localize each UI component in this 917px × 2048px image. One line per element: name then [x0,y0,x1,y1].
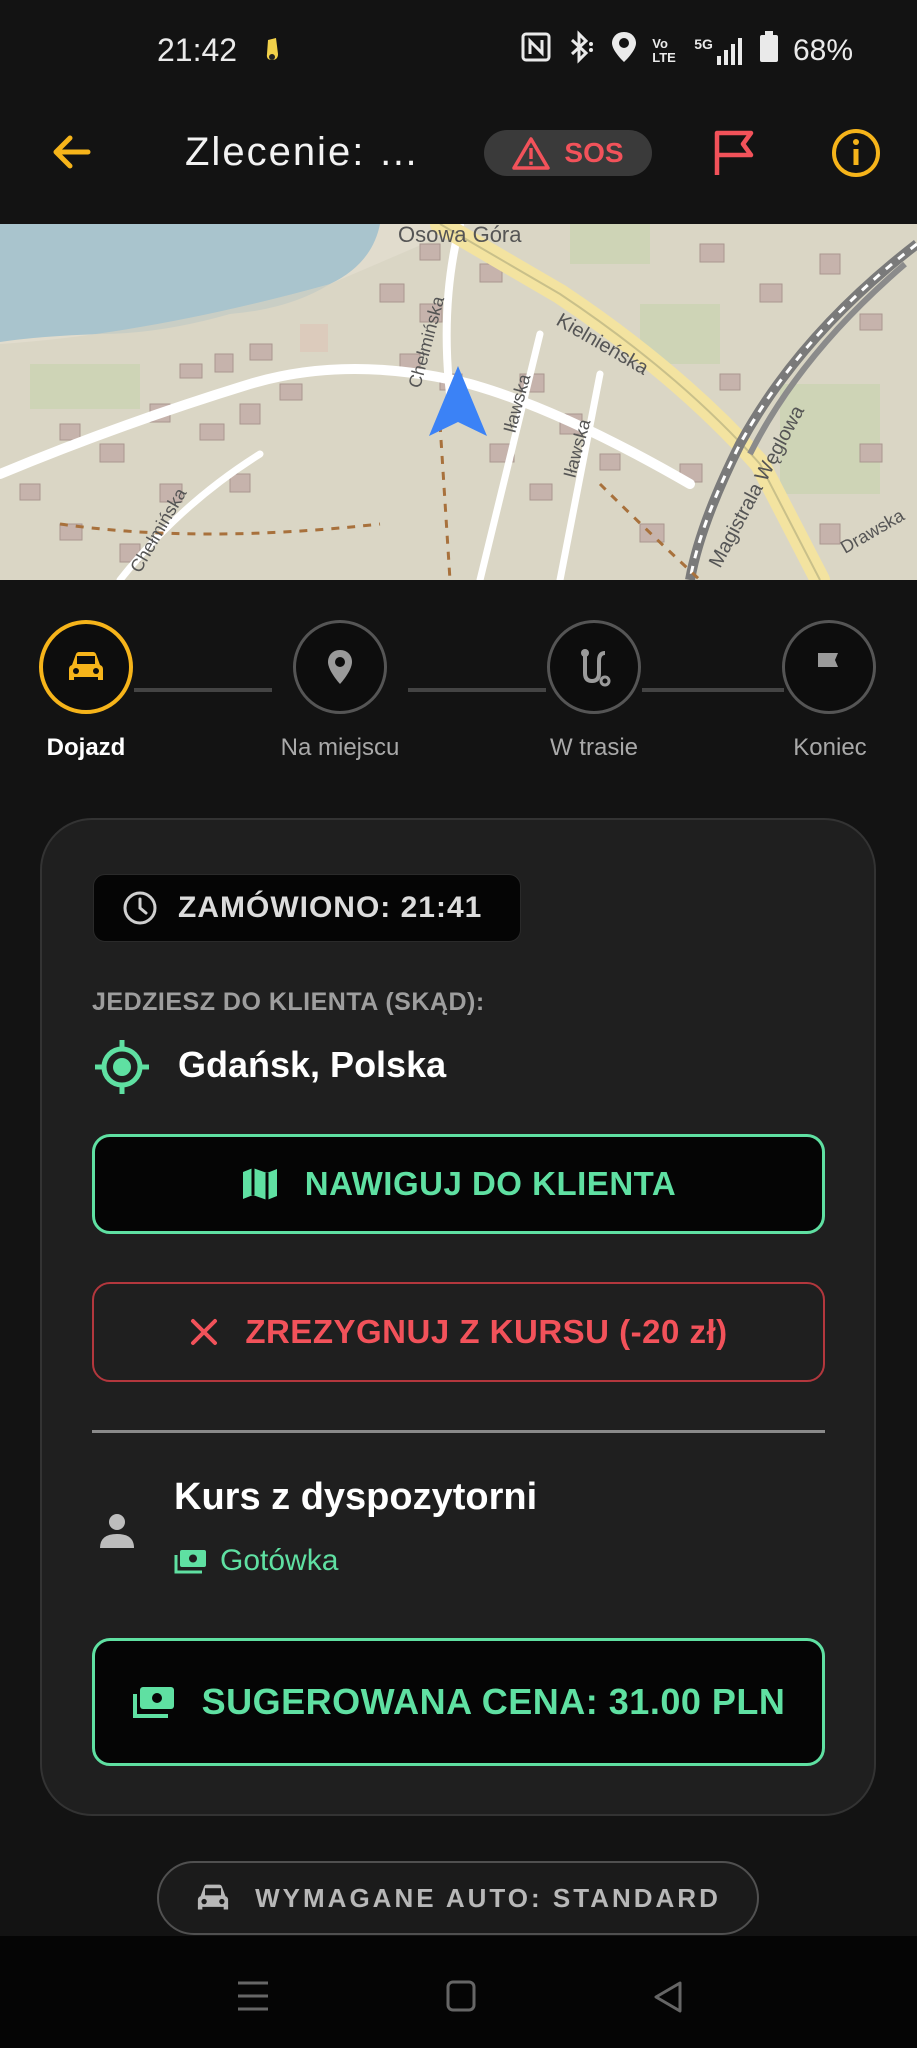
info-icon[interactable] [830,127,882,184]
navigate-to-client-button[interactable]: NAWIGUJ DO KLIENTA [92,1134,825,1234]
battery-percent: 68% [792,34,853,67]
step-koniec[interactable] [782,620,876,714]
system-navigation-bar [0,1936,917,2048]
network-type: 5G [694,36,713,52]
home-icon[interactable] [446,1980,476,2017]
location-status-icon [610,30,638,72]
cash-icon [174,1550,206,1574]
nfc-icon [520,31,552,71]
close-icon [191,1319,218,1345]
card-divider [92,1430,825,1433]
payment-method: Gotówka [174,1544,338,1578]
map-label: Osowa Góra [398,224,522,247]
resign-course-button[interactable]: ZREZYGNUJ Z KURSU (-20 zł) [92,1282,825,1382]
required-car-chip: WYMAGANE AUTO: STANDARD [157,1861,759,1935]
route-icon [581,649,611,687]
location-pin-icon [328,650,352,684]
step-w-trasie[interactable] [547,620,641,714]
ordered-time-text: ZAMÓWIONO: 21:41 [178,891,483,924]
person-icon [97,1510,137,1555]
map-view[interactable]: Osowa Góra Chełmińska Kielnieńska Iławsk… [0,224,917,580]
suggested-price-button[interactable]: SUGEROWANA CENA: 31.00 PLN [92,1638,825,1766]
signal-icon: 5G [694,36,745,66]
payment-label: Gotówka [220,1544,339,1577]
map-icon [242,1168,277,1200]
back-nav-icon[interactable] [652,1980,684,2019]
status-bar: 21:42 Vo LTE 5G 68% [0,0,917,100]
cash-icon [132,1687,174,1718]
step-label-koniec: Koniec [793,734,867,761]
pickup-location: Gdańsk, Polska [178,1044,447,1085]
step-label-w-trasie: W trasie [549,734,638,761]
resign-label: ZREZYGNUJ Z KURSU (-20 zł) [245,1313,728,1350]
required-car-label: WYMAGANE AUTO: STANDARD [255,1882,721,1913]
report-flag-icon[interactable] [711,129,757,182]
step-connector [134,688,272,692]
flag-icon [818,653,838,682]
sos-button[interactable]: SOS [484,130,652,176]
page-title: Zlecenie: … [185,130,421,174]
car-icon [69,652,103,680]
step-label-dojazd: Dojazd [46,734,126,761]
step-na-miejscu[interactable] [293,620,387,714]
warning-icon [512,137,551,170]
battery-icon [759,31,779,71]
step-dojazd[interactable] [39,620,133,714]
sos-label: SOS [564,137,624,168]
step-connector [642,688,784,692]
volte-icon: Vo LTE [652,36,676,65]
navigate-label: NAWIGUJ DO KLIENTA [304,1165,677,1202]
step-connector [408,688,546,692]
top-app-bar [0,100,917,224]
step-label-na-miejscu: Na miejscu [280,734,400,761]
gps-target-icon [93,1038,151,1101]
recent-apps-icon[interactable] [236,1980,270,2017]
clock-icon [123,891,157,925]
notification-icon [262,36,284,69]
suggested-price-label: SUGEROWANA CENA: 31.00 PLN [201,1681,786,1722]
bluetooth-icon [566,30,596,72]
status-icons: Vo LTE 5G 68% [520,30,853,72]
destination-label: JEDZIESZ DO KLIENTA (SKĄD): [92,988,485,1016]
course-title: Kurs z dyspozytorni [174,1476,538,1518]
status-time: 21:42 [157,32,238,68]
ordered-time-chip: ZAMÓWIONO: 21:41 [93,874,521,942]
back-arrow-icon[interactable] [48,128,96,181]
car-icon [198,1884,229,1910]
